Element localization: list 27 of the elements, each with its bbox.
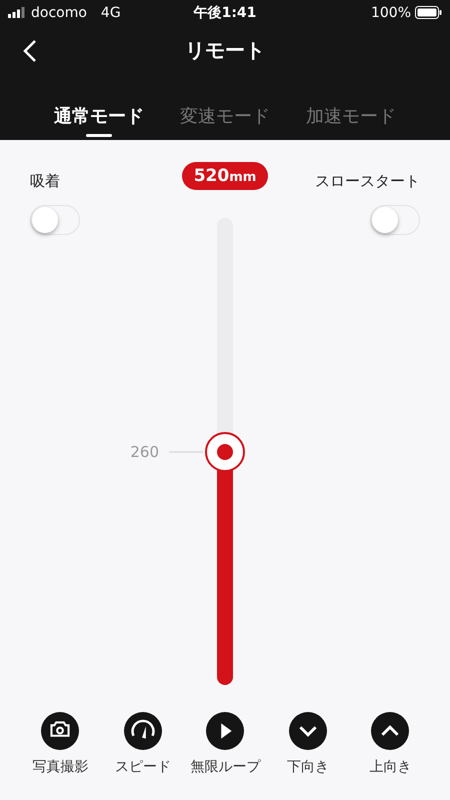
carrier-name: docomo [31, 4, 87, 20]
toolbar-button[interactable]: 上向き [349, 712, 432, 776]
toolbar-button[interactable]: スピード [102, 712, 184, 776]
mode-tab[interactable]: 変速モード [180, 95, 270, 137]
mode-tab[interactable]: 加速モード [306, 95, 396, 137]
clock: 午後1:41 [192, 4, 258, 22]
screen-title: リモート [185, 36, 265, 64]
camera-icon [41, 712, 80, 750]
toggle-switch[interactable] [370, 205, 420, 235]
battery-icon [415, 6, 442, 19]
signal-icon [8, 7, 25, 18]
toggle-label: 吸着 [30, 172, 60, 191]
toggle-switch[interactable] [30, 205, 80, 235]
mode-tab[interactable]: 通常モード [54, 95, 144, 137]
chevron-up-icon [371, 712, 410, 750]
toolbar-button[interactable]: 下向き [266, 712, 349, 776]
battery-percent: 100% [370, 4, 412, 20]
toolbar-button[interactable]: 写真撮影 [19, 712, 102, 776]
value-badge: 520mm [182, 162, 268, 190]
network-type: 4G [100, 4, 121, 20]
slider-thumb[interactable] [205, 432, 245, 472]
toggle-label: スロースタート [315, 172, 420, 191]
toolbar-button[interactable]: 無限ループ [184, 712, 266, 776]
tick-label: 260 [130, 442, 159, 460]
chevron-down-icon [288, 712, 327, 750]
play-icon [206, 712, 244, 750]
gauge-icon [124, 712, 162, 750]
